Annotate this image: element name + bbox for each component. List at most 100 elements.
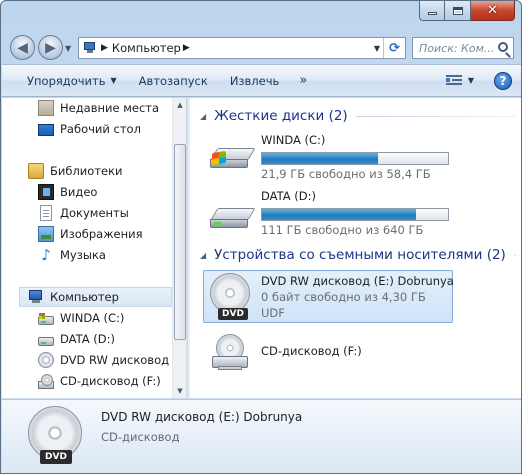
eject-label: Извлечь	[229, 73, 280, 88]
organize-label: Упорядочить	[27, 73, 106, 88]
nav-item-label: Библиотеки	[50, 164, 123, 178]
drive-free-space: 21,9 ГБ свободно из 58,4 ГБ	[261, 167, 431, 181]
nav-item-drive-d[interactable]: DATA (D:)	[38, 329, 115, 349]
nav-item-music[interactable]: ♪ Музыка	[38, 245, 106, 265]
back-button[interactable]: ◀	[10, 35, 35, 60]
search-box[interactable]: Поиск: Ком...	[412, 37, 514, 59]
nav-item-label: DVD RW дисковод (E	[60, 353, 185, 367]
change-view-icon[interactable]	[445, 74, 462, 87]
nav-item-label: Рабочий стол	[60, 122, 141, 136]
scroll-up-icon[interactable]: ▲	[173, 98, 186, 112]
nav-item-label: DATA (D:)	[60, 332, 115, 346]
help-icon[interactable]: ?	[494, 71, 512, 90]
nav-item-label: Видео	[60, 185, 98, 199]
close-icon: ✕	[487, 3, 498, 18]
breadcrumb-separator-icon[interactable]: ▶	[101, 43, 108, 53]
refresh-button[interactable]: ⟳	[383, 38, 405, 58]
computer-icon	[83, 42, 99, 54]
dvd-drive-icon: DVD	[208, 273, 256, 320]
drive-free-space: 0 байт свободно из 4,30 ГБ	[261, 290, 426, 304]
nav-item-label: CD-дисковод (F:)	[60, 374, 161, 388]
nav-item-drive-f[interactable]: CD-дисковод (F:)	[38, 371, 161, 391]
drive-tile-f[interactable]: CD-дисковод (F:)	[204, 332, 454, 384]
drive-usage-bar	[261, 152, 449, 165]
nav-item-label: WINDA (C:)	[60, 311, 125, 325]
scrollbar-thumb[interactable]	[174, 144, 186, 340]
nav-item-label: Музыка	[60, 248, 106, 262]
dvd-drive-icon	[38, 352, 54, 368]
nav-item-video[interactable]: Видео	[38, 182, 97, 202]
collapse-triangle-icon[interactable]: ◢	[200, 251, 206, 260]
explorer-window: ✕ ◀ ▶ ▼ ▶ Компьютер ▶ ▼ ⟳ Поиск: Ком... …	[0, 0, 522, 474]
nav-item-label: Документы	[60, 206, 129, 220]
details-name: DVD RW дисковод (E:) Dobrunya	[101, 410, 303, 424]
drive-name: DVD RW дисковод (E:) Dobrunya	[261, 274, 454, 288]
nav-item-recent-places[interactable]: Недавние места	[38, 98, 159, 118]
command-bar: Упорядочить ▼ Автозапуск Извлечь » ▼ ?	[2, 64, 521, 97]
search-input[interactable]: Поиск: Ком...	[419, 42, 493, 55]
drive-name: CD-дисковод (F:)	[261, 344, 362, 358]
group-divider	[513, 254, 516, 256]
system-drive-icon	[38, 313, 54, 325]
group-title: Жесткие диски (2)	[214, 108, 348, 124]
recent-places-icon	[38, 100, 54, 116]
video-library-icon	[38, 184, 54, 200]
music-library-icon: ♪	[41, 246, 51, 264]
forward-button[interactable]: ▶	[38, 35, 63, 60]
computer-icon	[28, 289, 44, 305]
hard-drive-icon	[208, 194, 256, 234]
drive-name: DATA (D:)	[261, 189, 316, 203]
navigation-pane: Недавние места Рабочий стол Библиотеки В…	[2, 98, 186, 398]
address-history-dropdown[interactable]: ▼	[374, 44, 380, 53]
cd-drive-icon	[38, 373, 54, 389]
address-bar[interactable]: ▶ Компьютер ▶ ▼ ⟳	[78, 37, 406, 59]
more-commands-label: »	[299, 73, 308, 88]
nav-item-libraries[interactable]: Библиотеки	[28, 161, 123, 181]
drive-tile-e[interactable]: DVD DVD RW дисковод (E:) Dobrunya 0 байт…	[203, 270, 454, 323]
breadcrumb-computer[interactable]: Компьютер	[112, 41, 181, 55]
maximize-icon	[452, 6, 463, 15]
group-header-hard-disks[interactable]: ◢ Жесткие диски (2)	[200, 106, 516, 126]
autoplay-label: Автозапуск	[138, 73, 208, 88]
breadcrumb-chevron-icon[interactable]: ▶	[183, 43, 190, 53]
close-button[interactable]: ✕	[471, 1, 515, 21]
drive-usage-fill	[262, 153, 379, 164]
drive-name: WINDA (C:)	[261, 133, 326, 147]
drive-free-space: 111 ГБ свободно из 640 ГБ	[261, 223, 424, 237]
minimize-button[interactable]	[419, 1, 445, 21]
dvd-badge: DVD	[218, 308, 248, 320]
nav-item-drive-e[interactable]: DVD RW дисковод (E	[38, 350, 184, 370]
nav-item-label: Недавние места	[60, 101, 160, 115]
nav-item-desktop[interactable]: Рабочий стол	[38, 119, 141, 139]
recent-pages-dropdown[interactable]: ▼	[65, 44, 71, 53]
group-title: Устройства со съемными носителями (2)	[214, 247, 506, 263]
maximize-button[interactable]	[445, 1, 471, 21]
nav-scrollbar[interactable]: ▲ ▼	[172, 98, 186, 398]
view-options-dropdown[interactable]: ▼	[468, 76, 474, 85]
eject-button[interactable]: Извлечь	[221, 74, 289, 88]
details-type: CD-дисковод	[101, 430, 180, 444]
documents-library-icon	[40, 205, 52, 221]
scroll-down-icon[interactable]: ▼	[173, 384, 186, 398]
group-header-removable[interactable]: ◢ Устройства со съемными носителями (2)	[200, 245, 516, 265]
system-drive-icon	[208, 138, 256, 178]
nav-item-drive-c[interactable]: WINDA (C:)	[38, 308, 124, 328]
nav-item-pictures[interactable]: Изображения	[38, 224, 143, 244]
drive-tile-c[interactable]: WINDA (C:) 21,9 ГБ свободно из 58,4 ГБ	[204, 130, 454, 182]
more-commands-button[interactable]: »	[290, 73, 316, 88]
drive-usage-bar	[261, 208, 449, 221]
drive-tile-d[interactable]: DATA (D:) 111 ГБ свободно из 640 ГБ	[204, 186, 454, 238]
collapse-triangle-icon[interactable]: ◢	[200, 112, 206, 121]
window-caption-buttons: ✕	[419, 1, 515, 21]
minimize-icon	[427, 12, 437, 15]
hard-drive-icon	[38, 337, 54, 346]
organize-button[interactable]: Упорядочить ▼	[19, 74, 126, 88]
nav-item-label: Компьютер	[50, 290, 119, 304]
nav-item-documents[interactable]: Документы	[38, 203, 129, 223]
search-icon	[498, 42, 508, 52]
arrow-right-icon: ▶	[45, 39, 56, 56]
autoplay-button[interactable]: Автозапуск	[130, 74, 217, 88]
refresh-icon: ⟳	[389, 40, 400, 56]
desktop-icon	[38, 124, 54, 136]
nav-item-computer[interactable]: Компьютер	[19, 287, 172, 307]
